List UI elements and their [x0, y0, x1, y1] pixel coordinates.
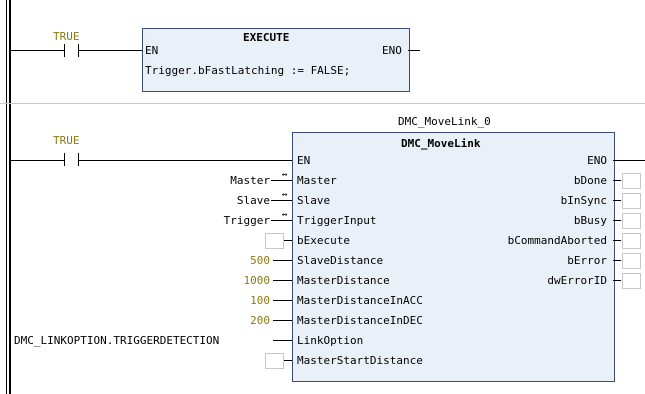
input-value-trigger[interactable]: Trigger	[224, 214, 270, 227]
input-value-slave-distance[interactable]: 500	[250, 254, 270, 267]
movelink-block-title: DMC_MoveLink	[401, 137, 481, 150]
pin-dwerrorid[interactable]: dwErrorID	[547, 274, 607, 287]
inout-arrow-icon: ↔	[282, 190, 288, 200]
wire-rung1-left	[11, 50, 64, 51]
inout-arrow-icon: ↔	[282, 210, 288, 220]
pin-slave[interactable]: Slave	[297, 194, 330, 207]
input-value-master-distance[interactable]: 1000	[244, 274, 271, 287]
pin-master-distance-acc[interactable]: MasterDistanceInACC	[297, 294, 423, 307]
instance-name[interactable]: DMC_MoveLink_0	[398, 115, 491, 128]
contact-label-rung2[interactable]: TRUE	[53, 134, 80, 147]
output-box-berror[interactable]	[622, 253, 641, 269]
pin-bdone[interactable]: bDone	[574, 174, 607, 187]
pin-master-distance-dec[interactable]: MasterDistanceInDEC	[297, 314, 423, 327]
rung-frame-left	[6, 0, 7, 394]
pin-master-distance[interactable]: MasterDistance	[297, 274, 390, 287]
pin-bbusy[interactable]: bBusy	[574, 214, 607, 227]
execute-block-title: EXECUTE	[243, 31, 290, 44]
wire-berror	[613, 260, 621, 261]
wire-bexecute	[284, 240, 292, 241]
wire-rung1-right	[79, 50, 142, 51]
pin-berror[interactable]: bError	[567, 254, 607, 267]
pin-master[interactable]: Master	[297, 174, 337, 187]
wire-slave-distance	[273, 260, 292, 261]
wire-master-distance-acc	[273, 300, 292, 301]
wire-slave	[271, 200, 292, 201]
input-box-master-start-distance[interactable]	[265, 353, 284, 369]
execute-code-line[interactable]: Trigger.bFastLatching := FALSE;	[145, 64, 350, 77]
contact-label-rung1[interactable]: TRUE	[53, 30, 80, 43]
wire-bcommandaborted	[613, 240, 621, 241]
output-box-binsync[interactable]	[622, 193, 641, 209]
input-value-link-option[interactable]: DMC_LINKOPTION.TRIGGERDETECTION	[14, 334, 219, 347]
wire-binsync	[613, 200, 621, 201]
pin-master-start-distance[interactable]: MasterStartDistance	[297, 354, 423, 367]
pin-binsync[interactable]: bInSync	[561, 194, 607, 207]
wire-bbusy	[613, 220, 621, 221]
wire-trigger	[271, 220, 292, 221]
inout-arrow-icon: ↔	[282, 170, 288, 180]
rung-separator	[0, 103, 645, 104]
input-box-bexecute[interactable]	[265, 233, 284, 249]
wire-master-start-distance	[284, 360, 292, 361]
execute-eno-pin[interactable]: ENO	[382, 44, 402, 57]
wire-rung2-right	[79, 160, 292, 161]
input-value-master-distance-acc[interactable]: 100	[250, 294, 270, 307]
input-value-master-distance-dec[interactable]: 200	[250, 314, 270, 327]
execute-en-pin[interactable]: EN	[145, 44, 158, 57]
pin-bexecute[interactable]: bExecute	[297, 234, 350, 247]
pin-eno[interactable]: ENO	[587, 154, 607, 167]
input-value-slave[interactable]: Slave	[237, 194, 270, 207]
wire-bdone	[613, 180, 621, 181]
output-box-dwerrorid[interactable]	[622, 273, 641, 289]
wire-rung1-eno	[408, 50, 420, 51]
output-box-bcommandaborted[interactable]	[622, 233, 641, 249]
wire-master	[271, 180, 292, 181]
pin-trigger-input[interactable]: TriggerInput	[297, 214, 376, 227]
pin-en[interactable]: EN	[297, 154, 310, 167]
output-box-bdone[interactable]	[622, 173, 641, 189]
pin-slave-distance[interactable]: SlaveDistance	[297, 254, 383, 267]
pin-bcommandaborted[interactable]: bCommandAborted	[508, 234, 607, 247]
pin-link-option[interactable]: LinkOption	[297, 334, 363, 347]
contact-bar-left	[64, 44, 65, 57]
wire-link-option	[273, 340, 292, 341]
wire-dwerrorid	[613, 280, 621, 281]
left-power-rail	[9, 0, 11, 394]
wire-master-distance	[273, 280, 292, 281]
contact-bar-left	[64, 153, 65, 166]
wire-eno-out	[613, 160, 645, 161]
input-value-master[interactable]: Master	[230, 174, 270, 187]
output-box-bbusy[interactable]	[622, 213, 641, 229]
wire-rung2-left	[11, 160, 64, 161]
wire-master-distance-dec	[273, 320, 292, 321]
